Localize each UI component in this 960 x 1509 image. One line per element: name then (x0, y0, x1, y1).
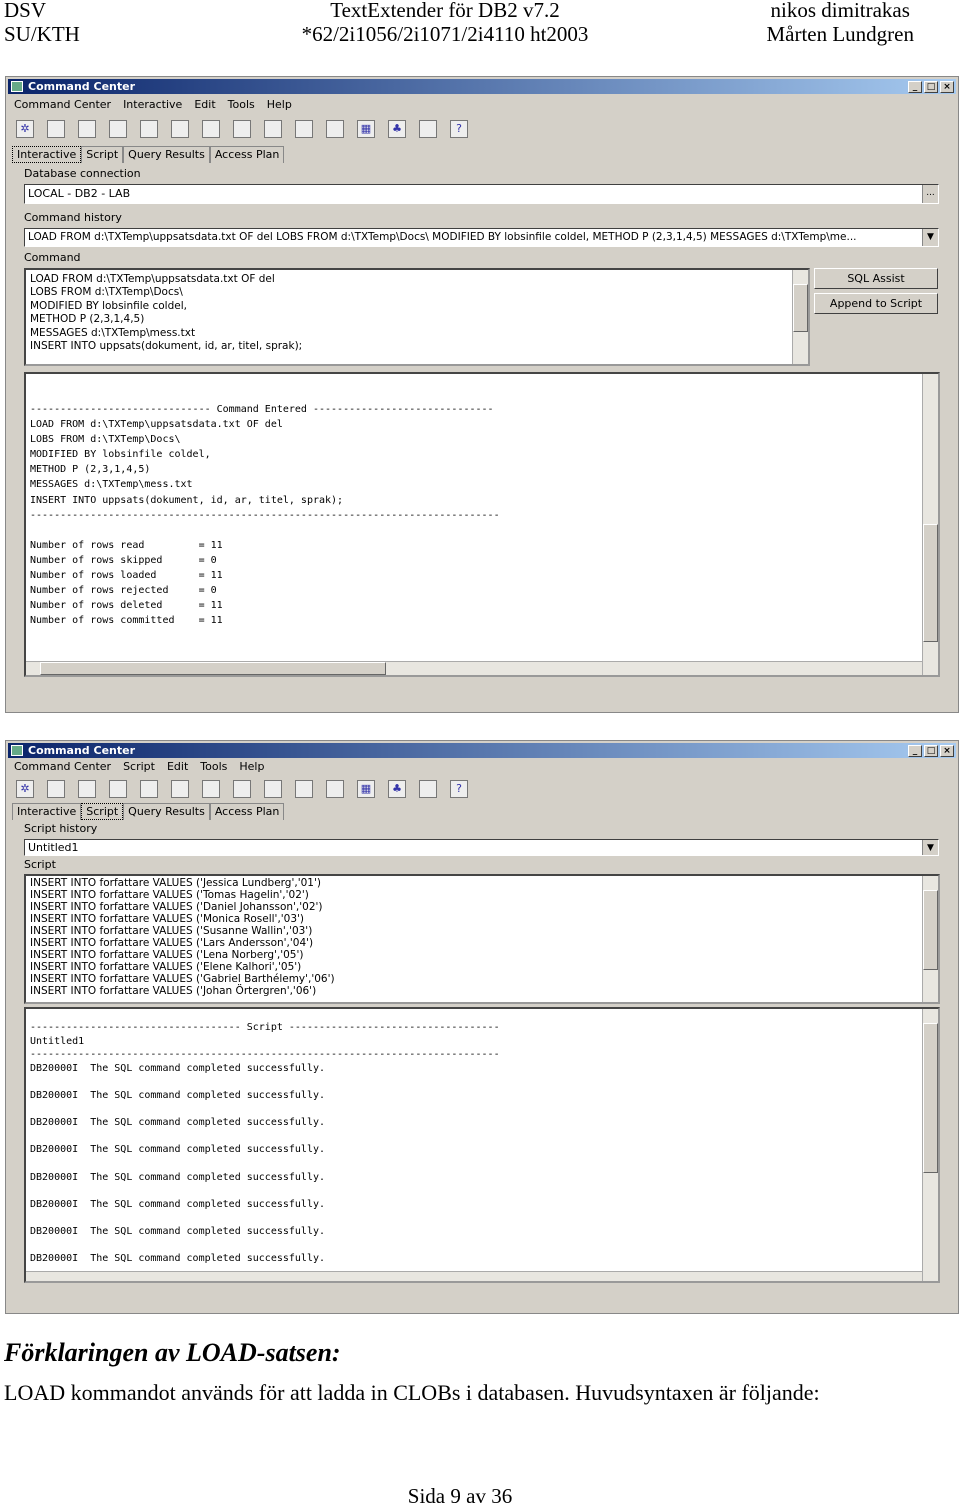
sql-assist-button[interactable]: SQL Assist (814, 268, 938, 289)
gears-icon[interactable]: ✲ (16, 780, 34, 798)
menu-help[interactable]: Help (267, 98, 292, 111)
title-bar: Command Center _ □ × (8, 743, 956, 758)
replication-icon[interactable] (78, 780, 96, 798)
tree-icon[interactable]: ♣ (388, 120, 406, 138)
command-history-combo[interactable]: LOAD FROM d:\TXTemp\uppsatsdata.txt OF d… (24, 228, 939, 247)
body-paragraph: LOAD kommandot används för att ladda in … (4, 1380, 820, 1405)
output-pane: ----------------------------------- Scri… (24, 1007, 940, 1283)
header-center: TextExtender för DB2 v7.2 *62/2i1056/2i10… (301, 0, 589, 46)
script-input[interactable]: INSERT INTO forfattare VALUES ('Jessica … (24, 874, 940, 1004)
tab-access-plan[interactable]: Access Plan (209, 803, 285, 820)
tab-script[interactable]: Script (81, 146, 124, 163)
menu-command-center[interactable]: Command Center (14, 98, 111, 111)
tab-interactive[interactable]: Interactive (12, 803, 82, 820)
browse-button[interactable]: ... (922, 185, 938, 203)
app-icon (11, 81, 23, 92)
menu-tools[interactable]: Tools (228, 98, 255, 111)
information-center-icon[interactable] (326, 780, 344, 798)
tab-access-plan[interactable]: Access Plan (209, 146, 285, 163)
output-horizontal-scrollbar[interactable] (26, 661, 922, 675)
tab-bar: Interactive Script Query Results Access Pla… (12, 146, 285, 163)
menu-script[interactable]: Script (123, 760, 155, 773)
menu-help[interactable]: Help (239, 760, 264, 773)
command-scrollbar[interactable] (792, 270, 808, 364)
tab-interactive[interactable]: Interactive (12, 146, 82, 163)
tools-settings-icon[interactable] (264, 780, 282, 798)
menu-tools[interactable]: Tools (200, 760, 227, 773)
gears-icon[interactable]: ✲ (16, 120, 34, 138)
close-button[interactable]: × (940, 81, 954, 93)
tab-query-results[interactable]: Query Results (123, 803, 210, 820)
script-history-combo[interactable]: Untitled1 ▼ (24, 839, 939, 856)
control-center-icon[interactable] (47, 120, 65, 138)
maximize-button[interactable]: □ (924, 745, 938, 757)
development-center-icon[interactable] (295, 780, 313, 798)
journal-icon[interactable] (171, 780, 189, 798)
command-history-label: Command history (24, 211, 122, 224)
app-icon (11, 745, 23, 756)
journal-icon[interactable] (171, 120, 189, 138)
help-icon[interactable]: ? (450, 780, 468, 798)
development-center-icon[interactable] (295, 120, 313, 138)
command-center-icon[interactable] (109, 780, 127, 798)
menu-edit[interactable]: Edit (194, 98, 215, 111)
command-label: Command (24, 251, 81, 264)
license-icon[interactable] (202, 120, 220, 138)
minimize-button[interactable]: _ (908, 81, 922, 93)
control-center-icon[interactable] (47, 780, 65, 798)
tools-settings-icon[interactable] (264, 120, 282, 138)
menu-interactive[interactable]: Interactive (123, 98, 182, 111)
alert-icon[interactable] (233, 120, 251, 138)
database-connection-field[interactable]: LOCAL - DB2 - LAB... (24, 184, 939, 204)
output-vertical-scrollbar[interactable] (922, 1009, 938, 1281)
command-center-window-2: Command Center _ □ × Command Center Script E… (5, 740, 959, 1314)
tree-icon[interactable]: ♣ (388, 780, 406, 798)
information-center-icon[interactable] (326, 120, 344, 138)
append-to-script-button[interactable]: Append to Script (814, 293, 938, 314)
script-label: Script (24, 858, 56, 871)
close-button[interactable]: × (940, 745, 954, 757)
help-icon[interactable]: ? (450, 120, 468, 138)
chevron-down-icon[interactable]: ▼ (922, 840, 938, 855)
command-center-window-1: Command Center _ □ × Command Center Interac… (5, 76, 959, 713)
menu-bar: Command Center Interactive Edit Tools Help (14, 98, 292, 111)
header-right: nikos dimitrakas Mårten Lundgren (766, 0, 914, 46)
script-history-label: Script history (24, 822, 98, 835)
minimize-button[interactable]: _ (908, 745, 922, 757)
tab-script[interactable]: Script (81, 803, 124, 820)
script-center-icon[interactable] (140, 780, 158, 798)
output-pane: ------------------------------ Command E… (24, 372, 940, 677)
menu-command-center[interactable]: Command Center (14, 760, 111, 773)
menu-edit[interactable]: Edit (167, 760, 188, 773)
menu-bar: Command Center Script Edit Tools Help (14, 760, 264, 773)
script-scrollbar[interactable] (922, 876, 938, 1002)
database-connection-label: Database connection (24, 167, 141, 180)
chevron-down-icon[interactable]: ▼ (922, 229, 938, 246)
replication-icon[interactable] (78, 120, 96, 138)
table-icon[interactable]: ▦ (357, 780, 375, 798)
output-horizontal-scrollbar[interactable] (26, 1271, 922, 1281)
tab-bar: Interactive Script Query Results Access Pla… (12, 803, 285, 820)
license-icon[interactable] (202, 780, 220, 798)
output-vertical-scrollbar[interactable] (922, 374, 938, 675)
table-icon[interactable]: ▦ (357, 120, 375, 138)
command-input[interactable]: LOAD FROM d:\TXTemp\uppsatsdata.txt OF d… (24, 268, 810, 366)
book-icon[interactable] (419, 780, 437, 798)
command-center-icon[interactable] (109, 120, 127, 138)
alert-icon[interactable] (233, 780, 251, 798)
title-bar: Command Center _ □ × (8, 79, 956, 94)
toolbar: ✲ ▦ ♣? (16, 780, 468, 798)
page-footer: Sida 9 av 36 (407, 1484, 513, 1508)
book-icon[interactable] (419, 120, 437, 138)
script-center-icon[interactable] (140, 120, 158, 138)
toolbar: ✲ ▦ ♣? (16, 120, 468, 138)
maximize-button[interactable]: □ (924, 81, 938, 93)
section-heading: Förklaringen av LOAD-satsen: (4, 1338, 341, 1367)
tab-query-results[interactable]: Query Results (123, 146, 210, 163)
